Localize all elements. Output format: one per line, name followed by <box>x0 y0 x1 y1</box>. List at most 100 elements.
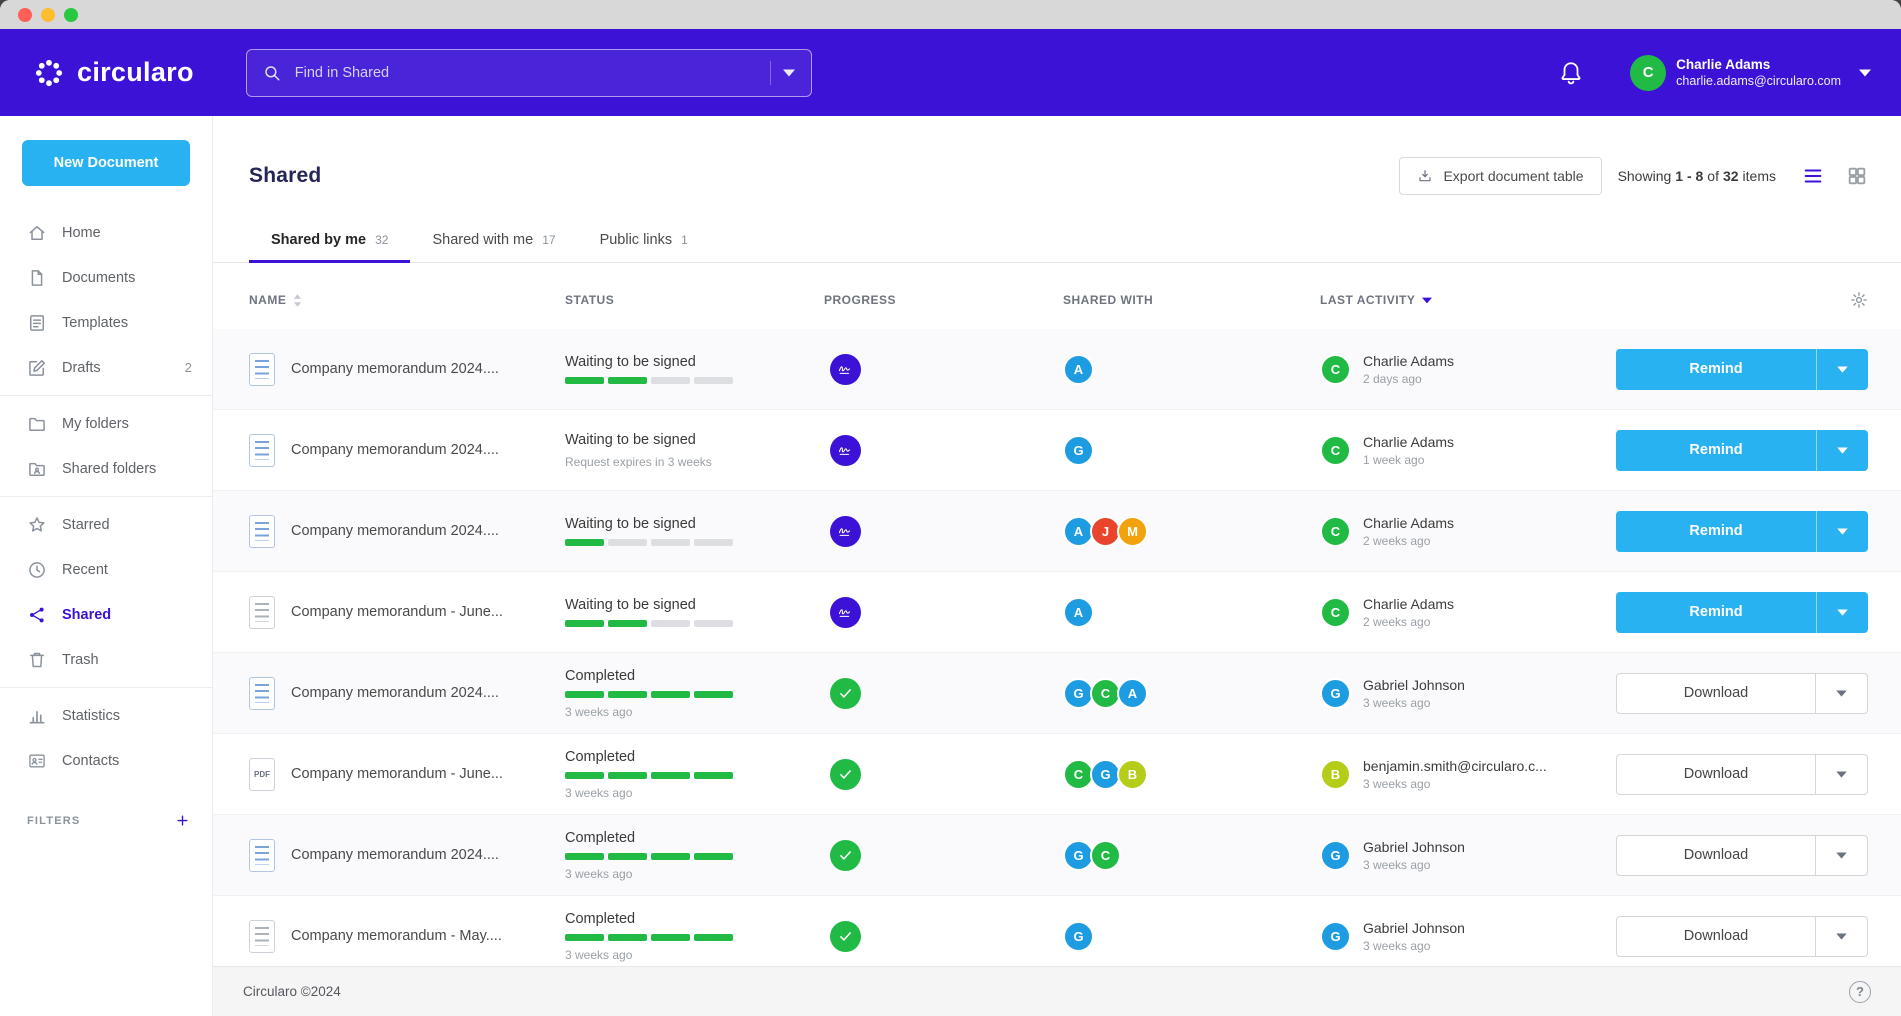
table-row[interactable]: Company memorandum 2024.... Waiting to b… <box>213 491 1901 572</box>
table-row[interactable]: Company memorandum 2024.... Waiting to b… <box>213 329 1901 410</box>
sidebar-item-home[interactable]: Home <box>0 210 212 255</box>
caret-down-icon[interactable] <box>1815 917 1867 956</box>
export-document-table-button[interactable]: Export document table <box>1399 157 1601 195</box>
remind-button[interactable]: Remind <box>1616 511 1868 552</box>
avatar: C <box>1320 354 1351 385</box>
document-name[interactable]: Company memorandum - June... <box>291 766 503 782</box>
sidebar-item-shared[interactable]: Shared <box>0 592 212 637</box>
table-row[interactable]: Company memorandum - May.... Completed 3… <box>213 896 1901 977</box>
drafts-icon <box>27 358 47 378</box>
document-name[interactable]: Company memorandum 2024.... <box>291 361 499 377</box>
caret-down-icon[interactable] <box>1816 349 1868 390</box>
main-content: Shared Export document table Showing 1 -… <box>213 116 1901 1016</box>
activity-user: Charlie Adams <box>1363 596 1454 612</box>
caret-down-icon[interactable] <box>1816 430 1868 471</box>
sidebar-item-documents[interactable]: Documents <box>0 255 212 300</box>
sidebar-nav: Home Documents Templates Drafts 2 <box>0 210 212 783</box>
table-row[interactable]: Company memorandum 2024.... Waiting to b… <box>213 410 1901 491</box>
sidebar-item-templates[interactable]: Templates <box>0 300 212 345</box>
sidebar-item-drafts[interactable]: Drafts 2 <box>0 345 212 390</box>
user-name: Charlie Adams <box>1676 56 1841 74</box>
remind-button[interactable]: Remind <box>1616 349 1868 390</box>
activity-user: Charlie Adams <box>1363 515 1454 531</box>
column-header-shared-with[interactable]: SHARED WITH <box>1063 293 1320 307</box>
activity-time: 3 weeks ago <box>1363 939 1465 953</box>
filters-section: FILTERS <box>0 813 212 828</box>
caret-down-icon[interactable] <box>1816 592 1868 633</box>
close-button[interactable] <box>18 8 32 22</box>
column-header-status[interactable]: STATUS <box>565 293 824 307</box>
user-menu[interactable]: C Charlie Adams charlie.adams@circularo.… <box>1630 55 1871 91</box>
avatar[interactable]: C <box>1090 840 1121 871</box>
notifications-button[interactable] <box>1558 60 1584 86</box>
tab-shared-by-me[interactable]: Shared by me 32 <box>249 220 410 262</box>
download-button[interactable]: Download <box>1616 673 1868 714</box>
avatar[interactable]: A <box>1063 597 1094 628</box>
tab-public-links[interactable]: Public links 1 <box>578 220 710 262</box>
column-header-last-activity[interactable]: LAST ACTIVITY <box>1320 293 1616 307</box>
caret-down-icon[interactable] <box>1815 674 1867 713</box>
tab-shared-with-me[interactable]: Shared with me 17 <box>410 220 577 262</box>
minimize-button[interactable] <box>41 8 55 22</box>
sidebar-item-trash[interactable]: Trash <box>0 637 212 682</box>
progress-bar <box>565 539 733 546</box>
shared-with-avatars: A <box>1063 354 1320 385</box>
remind-button[interactable]: Remind <box>1616 592 1868 633</box>
avatar[interactable]: B <box>1117 759 1148 790</box>
status-text: Waiting to be signed <box>565 516 784 532</box>
avatar[interactable]: A <box>1063 354 1094 385</box>
column-header-progress[interactable]: PROGRESS <box>824 293 1063 307</box>
table-row[interactable]: Company memorandum 2024.... Completed 3 … <box>213 653 1901 734</box>
avatar[interactable]: G <box>1063 921 1094 952</box>
sidebar-item-label: Starred <box>62 517 110 533</box>
activity-time: 2 days ago <box>1363 372 1454 386</box>
sidebar-item-shared-folders[interactable]: Shared folders <box>0 446 212 491</box>
caret-down-icon[interactable] <box>1816 511 1868 552</box>
new-document-button[interactable]: New Document <box>22 140 190 186</box>
sidebar-item-statistics[interactable]: Statistics <box>0 693 212 738</box>
caret-down-icon[interactable] <box>1815 836 1867 875</box>
document-name[interactable]: Company memorandum - June... <box>291 604 503 620</box>
global-search[interactable] <box>246 49 812 97</box>
sidebar-item-starred[interactable]: Starred <box>0 502 212 547</box>
table-row[interactable]: Company memorandum 2024.... Completed 3 … <box>213 815 1901 896</box>
search-scope-caret-icon[interactable] <box>783 69 795 77</box>
activity-user: benjamin.smith@circularo.c... <box>1363 758 1547 774</box>
column-header-name[interactable]: NAME <box>249 293 565 307</box>
document-name[interactable]: Company memorandum 2024.... <box>291 523 499 539</box>
list-view-icon[interactable] <box>1802 165 1824 187</box>
sidebar-item-recent[interactable]: Recent <box>0 547 212 592</box>
completed-check-icon <box>830 759 861 790</box>
brand[interactable]: circularo <box>32 56 194 90</box>
sidebar-item-my-folders[interactable]: My folders <box>0 401 212 446</box>
completed-check-icon <box>830 921 861 952</box>
shared-folder-icon <box>27 459 47 479</box>
caret-down-icon[interactable] <box>1815 755 1867 794</box>
sidebar-item-contacts[interactable]: Contacts <box>0 738 212 783</box>
document-name[interactable]: Company memorandum 2024.... <box>291 847 499 863</box>
sidebar-item-label: Statistics <box>62 708 120 724</box>
avatar[interactable]: A <box>1117 678 1148 709</box>
avatar[interactable]: G <box>1063 435 1094 466</box>
download-button[interactable]: Download <box>1616 835 1868 876</box>
add-filter-button[interactable] <box>175 813 190 828</box>
zoom-button[interactable] <box>64 8 78 22</box>
grid-view-icon[interactable] <box>1846 165 1868 187</box>
sidebar-item-label: Recent <box>62 562 108 578</box>
template-icon <box>27 313 47 333</box>
column-settings-button[interactable] <box>1616 291 1868 309</box>
completed-check-icon <box>830 678 861 709</box>
table-row[interactable]: PDF Company memorandum - June... Complet… <box>213 734 1901 815</box>
search-input[interactable] <box>293 64 758 82</box>
download-button[interactable]: Download <box>1616 916 1868 957</box>
document-name[interactable]: Company memorandum 2024.... <box>291 685 499 701</box>
download-button[interactable]: Download <box>1616 754 1868 795</box>
table-row[interactable]: Company memorandum - June... Waiting to … <box>213 572 1901 653</box>
document-name[interactable]: Company memorandum - May.... <box>291 928 502 944</box>
remind-button[interactable]: Remind <box>1616 430 1868 471</box>
document-name[interactable]: Company memorandum 2024.... <box>291 442 499 458</box>
avatar[interactable]: M <box>1117 516 1148 547</box>
help-button[interactable]: ? <box>1849 981 1871 1003</box>
sidebar-item-label: Shared <box>62 607 111 623</box>
last-activity: G Gabriel Johnson 3 weeks ago <box>1320 839 1616 872</box>
